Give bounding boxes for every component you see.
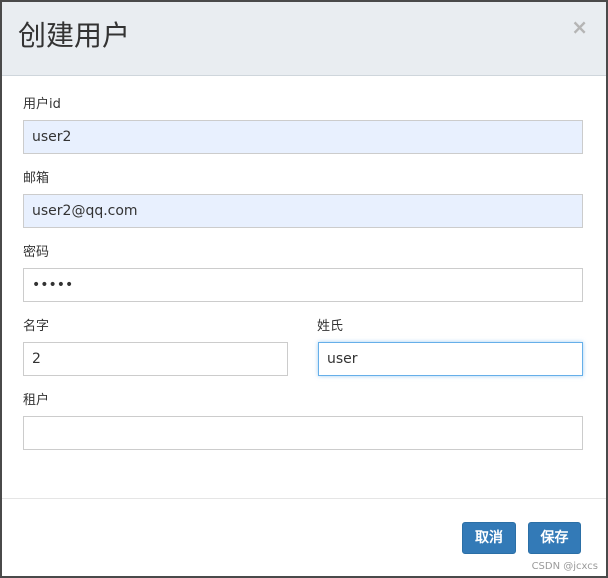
last-name-input[interactable] xyxy=(318,342,583,376)
dialog-header: 创建用户 × xyxy=(2,2,606,76)
tenant-label: 租户 xyxy=(23,393,50,408)
user-id-input[interactable] xyxy=(23,120,583,154)
tenant-input[interactable] xyxy=(23,416,583,450)
email-input[interactable] xyxy=(23,194,583,228)
dialog-title: 创建用户 xyxy=(18,19,131,52)
password-label: 密码 xyxy=(23,245,50,260)
create-user-dialog: 创建用户 × 用户id 邮箱 密码 名字 姓氏 租户 取消 保存 CSDN @j… xyxy=(0,0,608,578)
user-id-label: 用户id xyxy=(23,97,61,112)
cancel-button[interactable]: 取消 xyxy=(462,522,516,554)
email-label: 邮箱 xyxy=(23,171,50,186)
footer-divider xyxy=(2,498,606,499)
save-button[interactable]: 保存 xyxy=(528,522,581,554)
close-icon[interactable]: × xyxy=(571,16,588,38)
last-name-label: 姓氏 xyxy=(317,319,344,334)
watermark: CSDN @jcxcs xyxy=(531,561,598,572)
password-input[interactable] xyxy=(23,268,583,302)
first-name-label: 名字 xyxy=(23,319,50,334)
first-name-input[interactable] xyxy=(23,342,288,376)
